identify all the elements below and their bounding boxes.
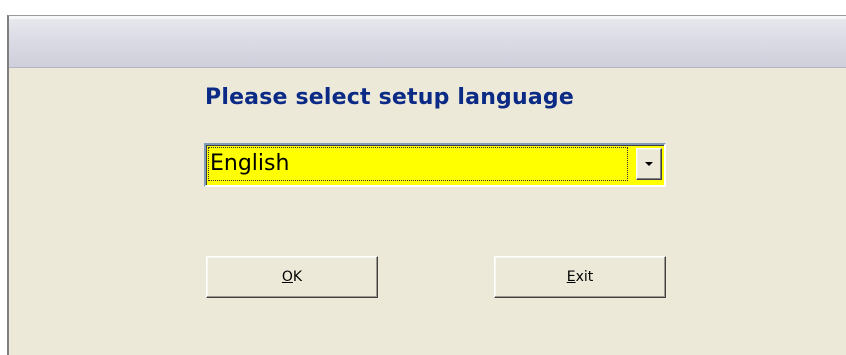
ok-button-label: OK [281, 269, 303, 285]
prompt-heading: Please select setup language [205, 85, 574, 110]
setup-dialog: Please select setup language English OK … [7, 15, 846, 355]
title-bar-highlight [9, 16, 846, 19]
title-bar[interactable] [9, 16, 846, 68]
exit-button-label: Exit [566, 269, 594, 285]
language-select[interactable]: English [204, 143, 666, 187]
chevron-down-icon [645, 162, 653, 166]
language-select-value[interactable]: English [208, 147, 628, 181]
exit-button[interactable]: Exit [494, 256, 666, 298]
ok-button[interactable]: OK [206, 256, 378, 298]
dropdown-button[interactable] [636, 148, 662, 180]
